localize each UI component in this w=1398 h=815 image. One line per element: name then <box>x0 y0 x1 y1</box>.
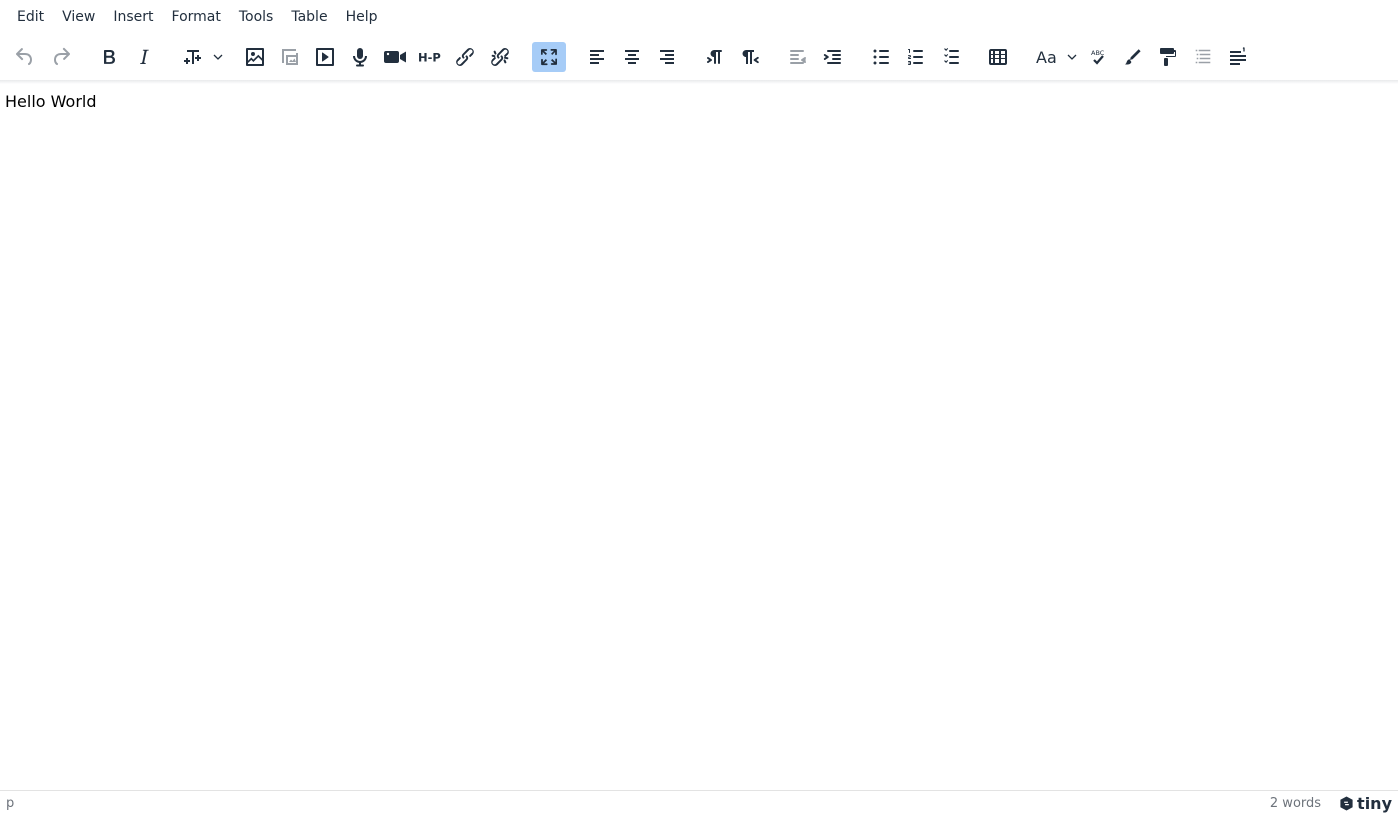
indent-icon <box>823 50 841 64</box>
unlink-icon <box>491 48 509 66</box>
change-case-button[interactable]: Aa <box>1030 42 1082 72</box>
line-height-icon <box>1230 47 1246 65</box>
menu-format[interactable]: Format <box>163 3 230 31</box>
format-painter-icon <box>1160 48 1176 66</box>
menubar: Edit View Insert Format Tools Table Help <box>0 0 1398 34</box>
align-left-icon <box>590 50 604 64</box>
italic-button[interactable] <box>127 42 161 72</box>
h5p-button[interactable]: H-P <box>413 42 447 72</box>
highlight-button[interactable] <box>1116 42 1150 72</box>
table-of-contents-button[interactable] <box>1186 42 1220 72</box>
outdent-button[interactable] <box>781 42 815 72</box>
menu-table[interactable]: Table <box>282 3 336 31</box>
fullscreen-icon <box>541 48 558 66</box>
redo-icon <box>54 47 70 66</box>
record-video-icon <box>384 51 406 63</box>
chevron-down-icon <box>1067 54 1077 60</box>
redo-button[interactable] <box>44 42 78 72</box>
table-icon <box>989 49 1007 65</box>
toolbar: H-P Aa ABC <box>0 38 1398 76</box>
editor-content-area[interactable]: Hello World <box>0 84 1398 790</box>
ltr-button[interactable] <box>698 42 732 72</box>
bold-icon <box>104 50 115 64</box>
bold-button[interactable] <box>92 42 126 72</box>
bullet-list-icon <box>873 49 889 65</box>
outdent-icon <box>790 50 806 64</box>
line-height-button[interactable] <box>1221 42 1255 72</box>
bullet-list-button[interactable] <box>864 42 898 72</box>
numbered-list-button[interactable] <box>899 42 933 72</box>
spellcheck-button[interactable]: ABC <box>1081 42 1115 72</box>
image-icon <box>246 48 264 66</box>
highlight-icon <box>1125 49 1141 65</box>
element-path[interactable]: p <box>6 796 14 811</box>
statusbar: p 2 words tiny <box>0 790 1398 815</box>
insert-link-button[interactable] <box>448 42 482 72</box>
chevron-down-icon <box>213 54 223 60</box>
align-right-button[interactable] <box>650 42 684 72</box>
indent-button[interactable] <box>816 42 850 72</box>
align-center-button[interactable] <box>615 42 649 72</box>
checklist-button[interactable] <box>934 42 968 72</box>
svg-text:H-P: H-P <box>418 51 441 65</box>
media-icon <box>316 48 334 66</box>
menu-insert[interactable]: Insert <box>104 3 162 31</box>
tiny-branding[interactable]: tiny <box>1339 794 1392 813</box>
menu-help[interactable]: Help <box>337 3 387 31</box>
format-painter-button[interactable] <box>1151 42 1185 72</box>
tiny-logo-icon <box>1340 795 1353 811</box>
align-center-icon <box>625 50 639 64</box>
link-icon <box>456 48 474 66</box>
menu-tools[interactable]: Tools <box>230 3 283 31</box>
align-right-icon <box>660 50 674 64</box>
spellcheck-icon: ABC <box>1091 49 1105 65</box>
insert-media-button[interactable] <box>308 42 342 72</box>
svg-text:Aa: Aa <box>1036 48 1057 67</box>
menu-edit[interactable]: Edit <box>8 3 53 31</box>
edit-image-button[interactable] <box>273 42 307 72</box>
rtl-icon <box>742 50 759 64</box>
fullscreen-button[interactable] <box>532 42 566 72</box>
menu-view[interactable]: View <box>53 3 104 31</box>
image-editor-icon <box>282 49 298 65</box>
word-count[interactable]: 2 words <box>1270 796 1321 811</box>
editor-paragraph[interactable]: Hello World <box>5 92 1393 113</box>
rtl-button[interactable] <box>733 42 767 72</box>
record-video-button[interactable] <box>378 42 412 72</box>
insert-table-button[interactable] <box>981 42 1015 72</box>
record-audio-icon <box>353 48 367 67</box>
font-size-icon <box>184 50 201 64</box>
toc-icon <box>1195 49 1211 64</box>
font-size-button[interactable] <box>176 42 228 72</box>
undo-button[interactable] <box>8 42 42 72</box>
undo-icon <box>16 48 32 66</box>
insert-image-button[interactable] <box>238 42 272 72</box>
unlink-button[interactable] <box>483 42 517 72</box>
ltr-icon <box>707 50 722 64</box>
numbered-list-icon <box>907 49 923 65</box>
record-audio-button[interactable] <box>343 42 377 72</box>
tiny-brand-text: tiny <box>1357 793 1392 813</box>
change-case-icon: Aa <box>1036 48 1057 67</box>
checklist-icon <box>944 48 959 64</box>
align-left-button[interactable] <box>580 42 614 72</box>
h5p-icon: H-P <box>418 51 441 65</box>
italic-icon <box>140 49 149 64</box>
